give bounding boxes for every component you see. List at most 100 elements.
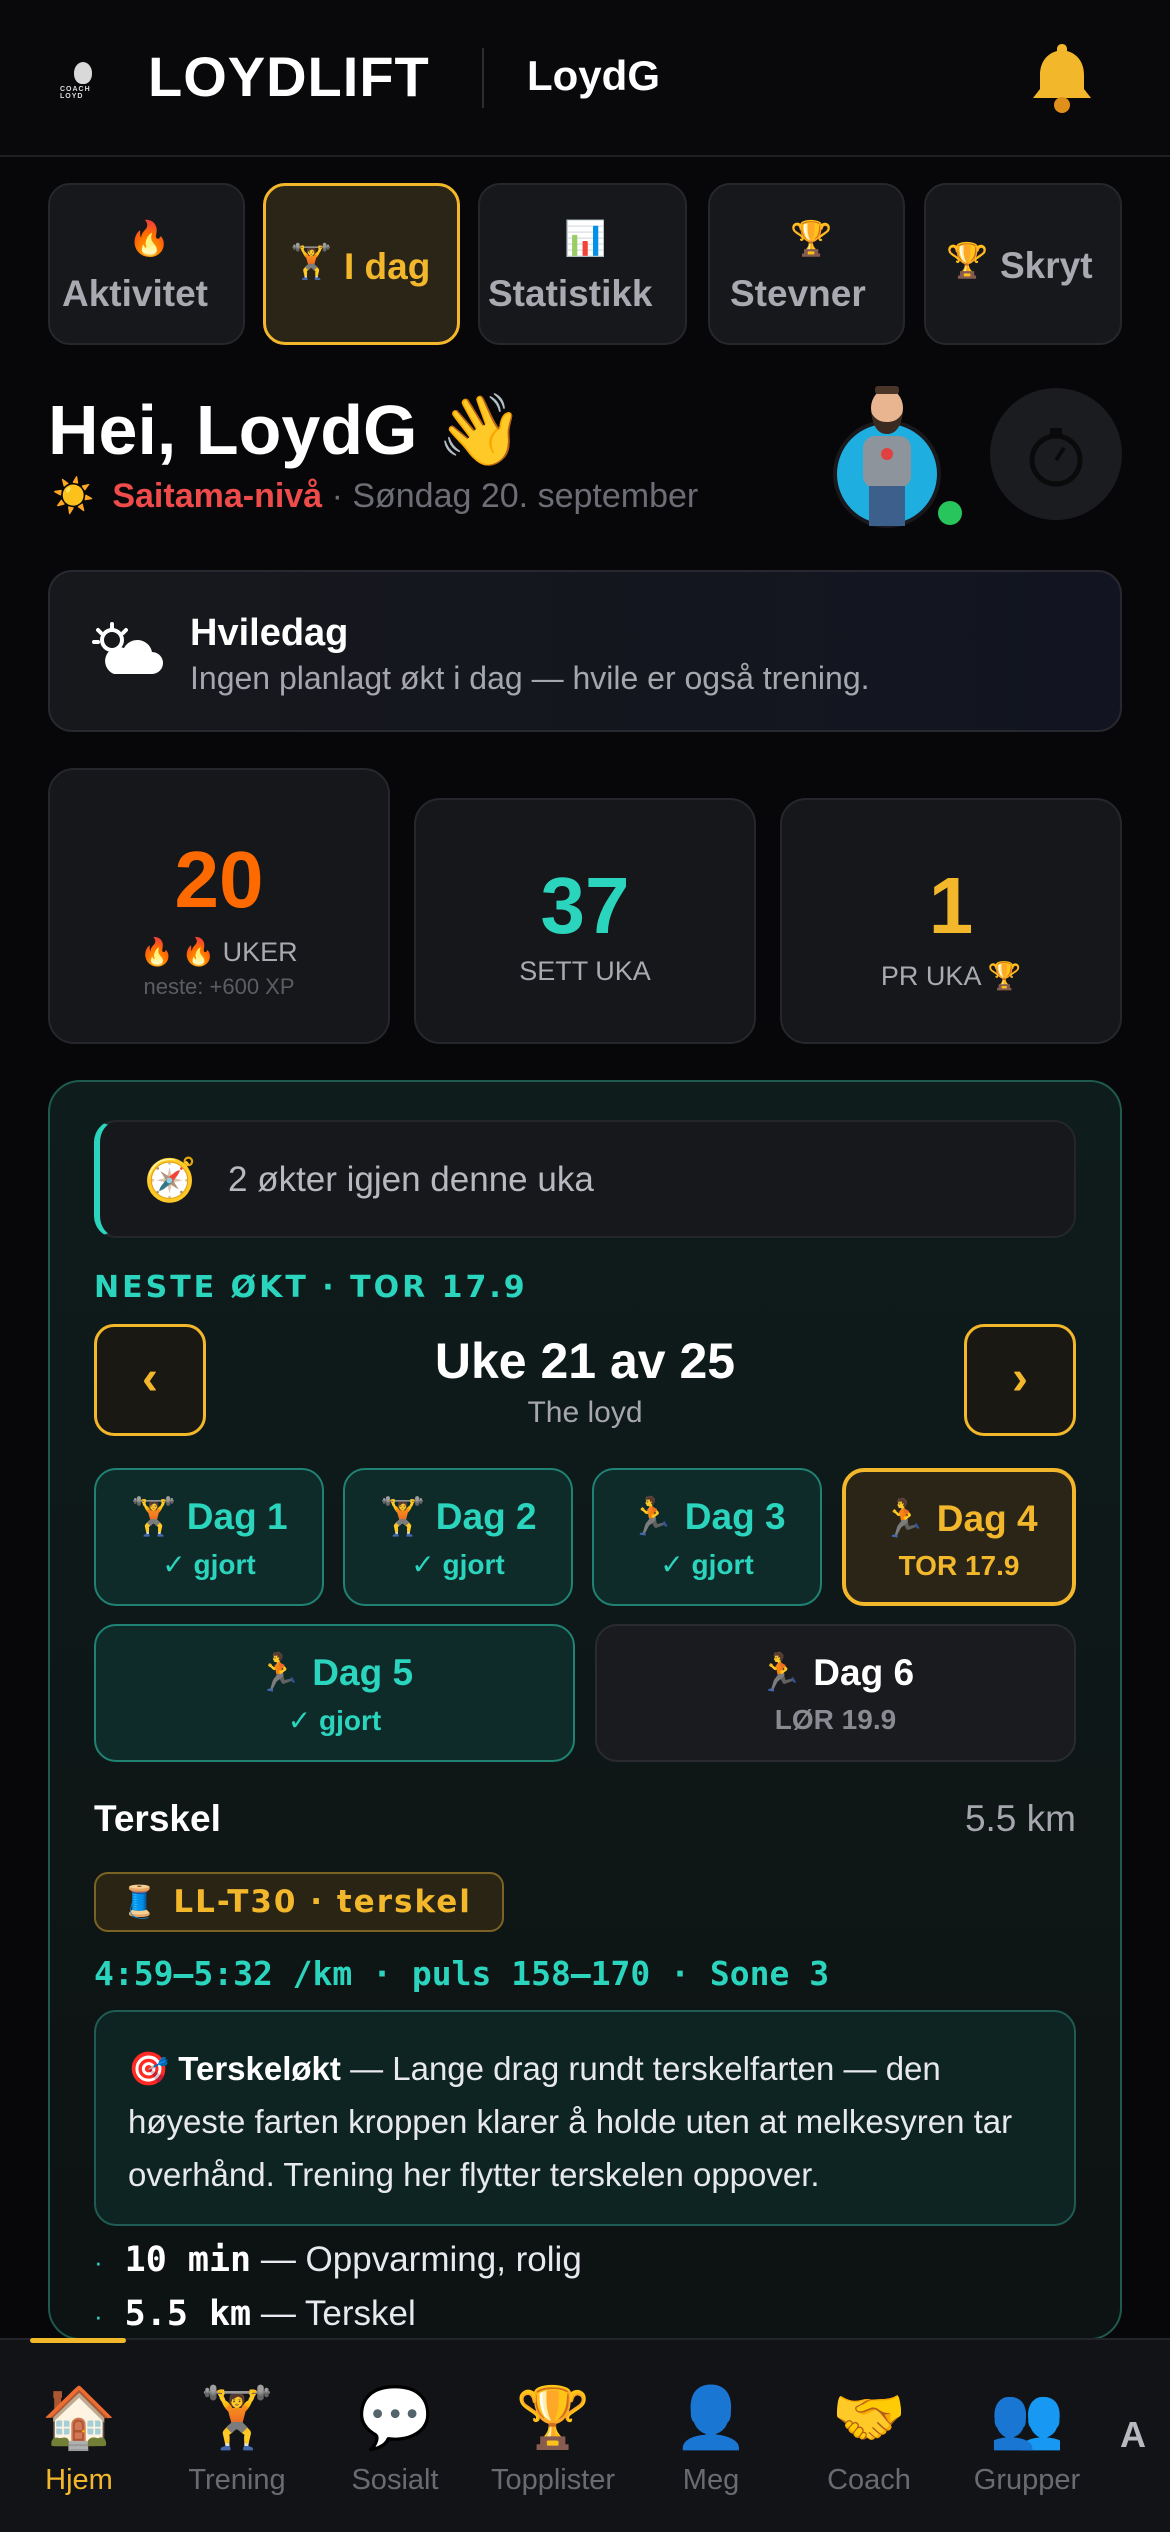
nav-meg[interactable]: 👤 Meg — [646, 2380, 776, 2497]
day-date: LØR 19.9 — [774, 1704, 897, 1735]
rest-day-card: Hviledag Ingen planlagt økt i dag — hvil… — [48, 570, 1122, 732]
bottom-navigation: 🏠 Hjem 🏋️ Trening 💬 Sosialt 🏆 Topplister… — [0, 2338, 1170, 2532]
day-date: TOR 17.9 — [898, 1550, 1020, 1581]
week-title: Uke 21 av 25 — [434, 1333, 736, 1389]
sun-icon: ☀️ — [52, 477, 95, 515]
day-label: Dag 2 — [435, 1496, 537, 1537]
trophy-icon: 🏆 — [515, 2384, 591, 2451]
nav-label: Grupper — [973, 2464, 1081, 2496]
step-duration: 5.5 km — [124, 2294, 252, 2334]
header-divider — [482, 48, 484, 108]
compass-icon: 🧭 — [144, 1156, 197, 1203]
pr-stat-card[interactable]: 1 PR UKA 🏆 — [780, 798, 1122, 1044]
tab-skryt[interactable]: 🏆 Skryt — [924, 183, 1122, 345]
username: LoydG — [527, 52, 660, 99]
tab-label: I dag — [344, 246, 431, 287]
fire-icon: 🔥 — [128, 220, 171, 258]
tab-label: Stevner — [730, 273, 866, 314]
current-date: · Søndag 20. september — [331, 477, 699, 515]
nav-coach[interactable]: 🤝 Coach — [804, 2380, 934, 2497]
app-header: COACH LOYD LOYDLIFT LoydG — [0, 0, 1170, 157]
accessibility-button[interactable]: A — [1120, 2414, 1146, 2456]
tab-label: Statistikk — [488, 273, 653, 314]
program-name: The loyd — [527, 1396, 643, 1429]
description-title: Terskeløkt — [178, 2050, 341, 2087]
nav-topplister[interactable]: 🏆 Topplister — [488, 2380, 618, 2497]
step-text: — Oppvarming, rolig — [251, 2240, 582, 2279]
stopwatch-button[interactable] — [990, 388, 1122, 520]
speech-bubble-icon: 💬 — [357, 2384, 433, 2451]
day-label: Dag 5 — [312, 1652, 414, 1693]
day-label: Dag 3 — [684, 1496, 786, 1537]
bar-chart-icon: 📊 — [564, 220, 607, 258]
nav-label: Meg — [682, 2464, 740, 2496]
day-status: ✓ gjort — [660, 1549, 754, 1580]
workout-code-badge: 🧵 LL-T30 · terskel — [94, 1872, 504, 1932]
sessions-remaining-banner: 🧭 2 økter igjen denne uka — [94, 1120, 1076, 1238]
nav-label: Sosialt — [351, 2464, 439, 2496]
workout-name: Terskel — [94, 1798, 221, 1839]
stopwatch-icon — [1029, 428, 1083, 487]
sets-stat-card[interactable]: 37 SETT UKA — [414, 798, 756, 1044]
streak-weeks-label: 🔥 🔥 UKER — [140, 937, 298, 967]
nav-sosialt[interactable]: 💬 Sosialt — [330, 2380, 460, 2497]
online-status-dot — [933, 496, 967, 530]
nav-label: Trening — [188, 2464, 286, 2496]
coach-loyd-logo[interactable]: COACH LOYD — [56, 56, 116, 102]
brand-title: LOYDLIFT — [148, 45, 430, 108]
day-3-button[interactable]: 🏃 Dag 3 ✓ gjort — [592, 1468, 822, 1606]
workout-description: 🎯 Terskeløkt — Lange drag rundt terskelf… — [94, 2010, 1076, 2226]
next-session-label: NESTE ØKT · TOR 17.9 — [94, 1270, 528, 1305]
weightlifter-icon: 🏋️ — [290, 243, 333, 281]
runner-icon: 🏃 — [255, 1652, 303, 1693]
weightlifter-icon: 🏋️ — [130, 1496, 177, 1537]
next-week-button[interactable]: › — [964, 1324, 1076, 1436]
trophy-icon: 🏆 — [790, 220, 833, 258]
handshake-icon: 🤝 — [831, 2384, 907, 2451]
nav-label: Coach — [827, 2464, 911, 2496]
pr-week-label: PR UKA 🏆 — [880, 961, 1022, 991]
tab-statistikk[interactable]: 📊 Statistikk — [478, 183, 687, 345]
list-item: · 5.5 km — Terskel — [94, 2294, 416, 2334]
tab-stevner[interactable]: 🏆 Stevner — [708, 183, 905, 345]
nav-grupper[interactable]: 👥 Grupper — [962, 2380, 1092, 2497]
weightlifter-icon: 🏋️ — [199, 2384, 275, 2451]
day-status: ✓ gjort — [411, 1549, 505, 1580]
nav-trening[interactable]: 🏋️ Trening — [172, 2380, 302, 2497]
notifications-bell-icon[interactable] — [1027, 40, 1097, 114]
training-plan-card: 🧭 2 økter igjen denne uka NESTE ØKT · TO… — [48, 1080, 1122, 2340]
sessions-remaining-text: 2 økter igjen denne uka — [228, 1160, 594, 1199]
list-item: · 10 min — Oppvarming, rolig — [94, 2240, 582, 2280]
day-label: Dag 1 — [186, 1496, 288, 1537]
nav-label: Hjem — [45, 2464, 113, 2496]
day-6-button[interactable]: 🏃 Dag 6 LØR 19.9 — [595, 1624, 1076, 1762]
tab-label: Skryt — [1000, 245, 1093, 286]
day-status: ✓ gjort — [287, 1705, 382, 1736]
pace-zone-text: 4:59–5:32 /km · puls 158–170 · Sone 3 — [94, 1954, 830, 1993]
tab-label: Aktivitet — [62, 273, 208, 314]
workout-distance: 5.5 km — [964, 1798, 1076, 1839]
day-label: Dag 4 — [936, 1498, 1038, 1539]
runner-icon: 🏃 — [756, 1652, 804, 1693]
tab-aktivitet[interactable]: 🔥 Aktivitet — [48, 183, 245, 345]
streak-weeks-value: 20 — [174, 835, 264, 924]
runner-icon: 🏃 — [628, 1496, 675, 1537]
nav-label: Topplister — [490, 2464, 616, 2496]
avatar[interactable] — [833, 386, 941, 528]
tab-i-dag[interactable]: 🏋️ I dag — [263, 183, 460, 345]
sets-week-value: 37 — [540, 861, 630, 950]
step-text: — Terskel — [251, 2294, 416, 2333]
people-icon: 👥 — [989, 2384, 1065, 2451]
greeting-subtitle: ☀️ Saitama-nivå · Søndag 20. september — [52, 476, 698, 516]
step-duration: 10 min — [124, 2240, 252, 2280]
greeting-title: Hei, LoydG 👋 — [48, 391, 525, 469]
day-2-button[interactable]: 🏋️ Dag 2 ✓ gjort — [343, 1468, 573, 1606]
streak-stat-card[interactable]: 20 🔥 🔥 UKER neste: +600 XP — [48, 768, 390, 1044]
day-1-button[interactable]: 🏋️ Dag 1 ✓ gjort — [94, 1468, 324, 1606]
rest-day-text: Ingen planlagt økt i dag — hvile er også… — [190, 660, 870, 696]
sun-behind-cloud-icon — [92, 622, 164, 678]
rest-day-title: Hviledag — [190, 612, 349, 654]
nav-hjem[interactable]: 🏠 Hjem — [14, 2380, 144, 2497]
day-4-button[interactable]: 🏃 Dag 4 TOR 17.9 — [842, 1468, 1076, 1606]
day-5-button[interactable]: 🏃 Dag 5 ✓ gjort — [94, 1624, 575, 1762]
